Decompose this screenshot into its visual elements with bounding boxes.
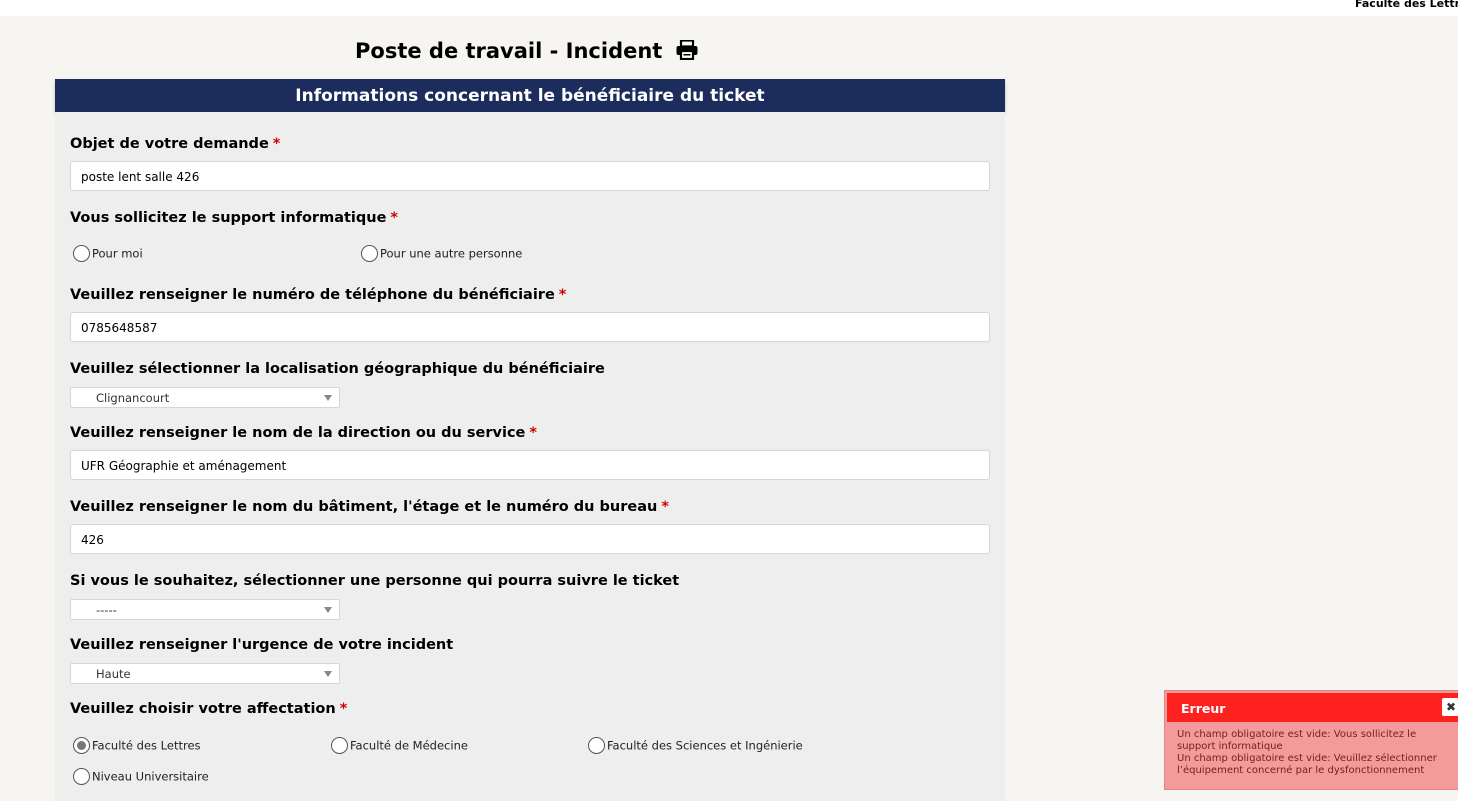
required-mark: * <box>661 499 669 515</box>
chevron-down-icon <box>324 607 332 613</box>
radio-circle[interactable] <box>73 245 90 262</box>
suivi-label: Si vous le souhaitez, sélectionner une p… <box>70 573 680 589</box>
objet-label: Objet de votre demande * <box>70 136 281 152</box>
suivi-select[interactable]: ----- <box>70 599 340 620</box>
support-label: Vous sollicitez le support informatique * <box>70 210 399 226</box>
top-bar: Faculté des Lettres <box>0 0 1458 16</box>
direction-label: Veuillez renseigner le nom de la directi… <box>70 425 537 441</box>
error-header: Erreur <box>1167 693 1458 722</box>
radio-circle-checked[interactable] <box>73 737 90 754</box>
page-title: Poste de travail - Incident <box>355 39 715 65</box>
error-title: Erreur <box>1181 701 1226 716</box>
radio-circle[interactable] <box>331 737 348 754</box>
close-icon[interactable]: ✖ <box>1442 698 1458 716</box>
urgence-select[interactable]: Haute <box>70 663 340 684</box>
print-icon[interactable] <box>676 39 698 65</box>
localisation-value: Clignancourt <box>96 391 170 405</box>
telephone-label: Veuillez renseigner le numéro de télépho… <box>70 287 567 303</box>
error-notification: Erreur ✖ Un champ obligatoire est vide: … <box>1164 690 1458 790</box>
localisation-label: Veuillez sélectionner la localisation gé… <box>70 361 605 377</box>
radio-circle[interactable] <box>588 737 605 754</box>
error-message: Un champ obligatoire est vide: Veuillez … <box>1177 753 1437 776</box>
telephone-input[interactable]: 0785648587 <box>70 312 990 342</box>
error-messages: Un champ obligatoire est vide: Vous soll… <box>1177 729 1457 777</box>
radio-faculte-lettres[interactable]: Faculté des Lettres <box>73 735 201 755</box>
batiment-input[interactable]: 426 <box>70 524 990 554</box>
direction-input[interactable]: UFR Géographie et aménagement <box>70 450 990 480</box>
radio-faculte-medecine[interactable]: Faculté de Médecine <box>331 735 468 755</box>
required-mark: * <box>529 425 537 441</box>
top-bar-faculty: Faculté des Lettres <box>1355 0 1458 10</box>
suivi-value: ----- <box>96 603 117 617</box>
required-mark: * <box>390 210 399 226</box>
required-mark: * <box>339 701 348 717</box>
radio-pour-moi[interactable]: Pour moi <box>73 243 143 263</box>
chevron-down-icon <box>324 671 332 677</box>
urgence-label: Veuillez renseigner l'urgence de votre i… <box>70 637 454 653</box>
section-header: Informations concernant le bénéficiaire … <box>55 79 1005 112</box>
radio-autre-personne[interactable]: Pour une autre personne <box>361 243 522 263</box>
error-message: Un champ obligatoire est vide: Vous soll… <box>1177 729 1417 752</box>
urgence-value: Haute <box>96 667 131 681</box>
chevron-down-icon <box>324 395 332 401</box>
radio-circle[interactable] <box>73 768 90 785</box>
radio-faculte-sciences[interactable]: Faculté des Sciences et Ingénierie <box>588 735 803 755</box>
localisation-select[interactable]: Clignancourt <box>70 387 340 408</box>
batiment-label: Veuillez renseigner le nom du bâtiment, … <box>70 499 669 515</box>
radio-circle[interactable] <box>361 245 378 262</box>
required-mark: * <box>272 136 281 152</box>
page-title-text: Poste de travail - Incident <box>355 39 663 63</box>
affectation-label: Veuillez choisir votre affectation * <box>70 701 348 717</box>
objet-input[interactable]: poste lent salle 426 <box>70 161 990 191</box>
required-mark: * <box>558 287 567 303</box>
radio-niveau-universitaire[interactable]: Niveau Universitaire <box>73 766 209 786</box>
